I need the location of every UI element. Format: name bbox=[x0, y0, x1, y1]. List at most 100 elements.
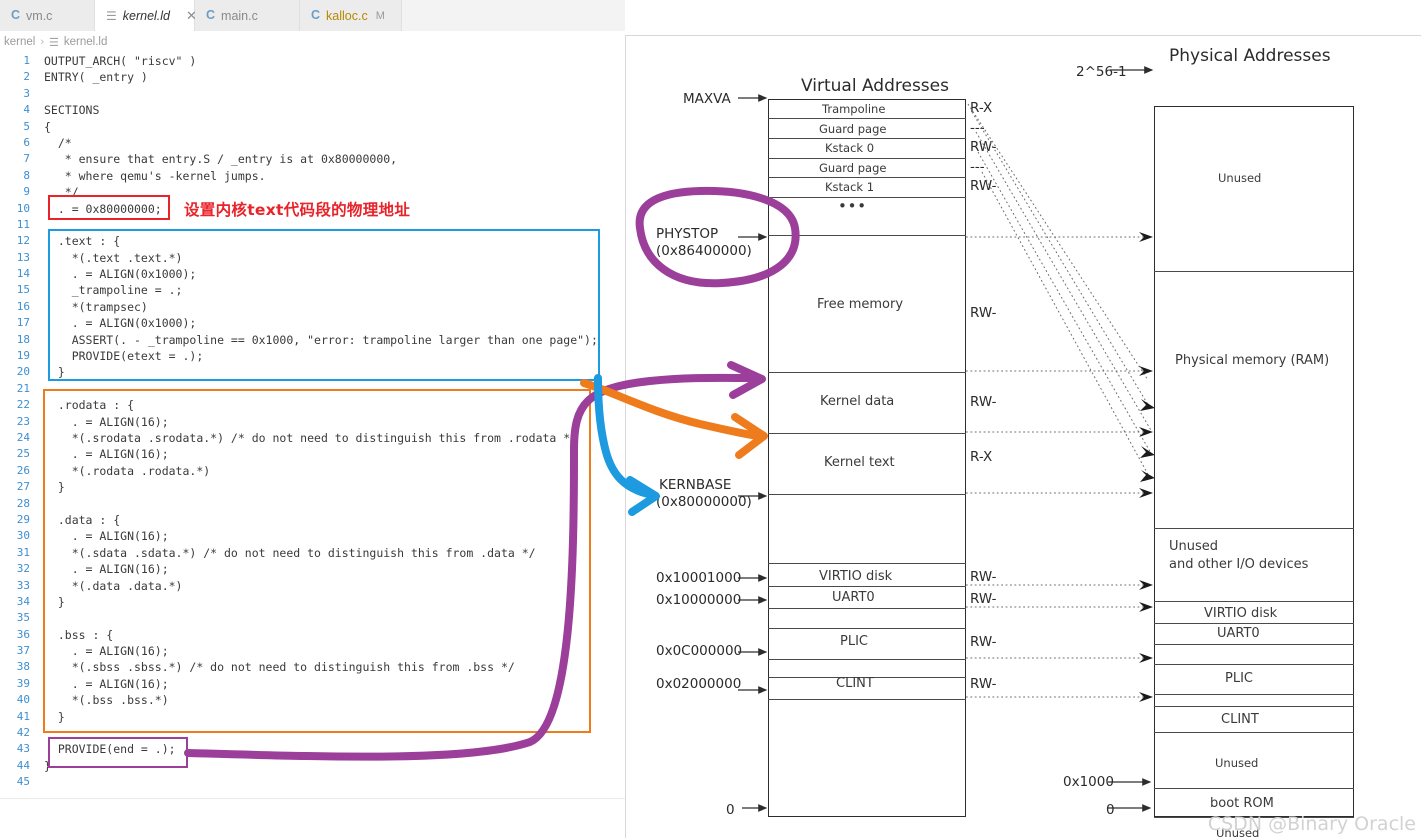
annotation-note-chinese: 设置内核text代码段的物理地址 bbox=[184, 201, 411, 219]
code-line: 3 bbox=[0, 86, 625, 102]
vline-guard1-bottom bbox=[768, 177, 966, 178]
code-line: 43 PROVIDE(end = .); bbox=[0, 741, 625, 757]
line-text: *(.sdata .sdata.*) /* do not need to dis… bbox=[44, 545, 536, 560]
line-number: 43 bbox=[16, 742, 30, 756]
line-text: . = ALIGN(16); bbox=[44, 414, 169, 429]
pline-bootrom-top bbox=[1154, 788, 1354, 789]
physical-address-column bbox=[1154, 106, 1354, 817]
line-text: .bss : { bbox=[44, 627, 114, 642]
pline-ram-bottom bbox=[1154, 528, 1354, 529]
vline-kerneltext-top bbox=[768, 433, 966, 434]
code-line: 16 *(trampsec) bbox=[0, 299, 625, 315]
vregion-label-virtio-disk: VIRTIO disk bbox=[819, 569, 893, 584]
line-number: 22 bbox=[16, 398, 30, 412]
line-number: 5 bbox=[23, 119, 30, 133]
code-line: 5{ bbox=[0, 119, 625, 135]
line-text: .data : { bbox=[44, 512, 121, 527]
perm-trampoline: R-X bbox=[970, 100, 993, 116]
code-viewport[interactable]: 1 OUTPUT_ARCH( "riscv" ) 2 ENTRY( _entry ) 3… bbox=[0, 53, 625, 798]
code-line: 28 bbox=[0, 496, 625, 512]
tab-main-c[interactable]: C main.c bbox=[195, 0, 300, 31]
vline-guard0-bottom bbox=[768, 138, 966, 139]
vline-kstack0-bottom bbox=[768, 158, 966, 159]
screenshot-root: C vm.c ☰ kernel.ld ✕ C main.c C kalloc.c… bbox=[0, 0, 1421, 840]
code-line: 18 ASSERT(. - _trampoline == 0x1000, "er… bbox=[0, 332, 625, 348]
line-number: 23 bbox=[16, 414, 30, 428]
line-text: } bbox=[44, 365, 65, 380]
line-text: *(.srodata .srodata.*) /* do not need to… bbox=[44, 430, 578, 445]
line-text: * ensure that entry.S / _entry is at 0x8… bbox=[44, 152, 398, 167]
line-text: * where qemu's -kernel jumps. bbox=[44, 168, 266, 183]
line-text: . = ALIGN(16); bbox=[44, 447, 169, 462]
vline-plic-top bbox=[768, 628, 966, 629]
vaddr-zero: 0 bbox=[726, 802, 735, 818]
code-line: 6 /* bbox=[0, 135, 625, 151]
perm-guard-page-0: --- bbox=[970, 120, 985, 136]
breadcrumb-file[interactable]: kernel.ld bbox=[64, 36, 107, 48]
line-text: *(.bss .bss.*) bbox=[44, 693, 169, 708]
vline-virtio-top bbox=[768, 563, 966, 564]
xv6-memory-layout-diagram: Virtual Addresses Physical Addresses Tra… bbox=[625, 35, 1421, 840]
tab-vm-c[interactable]: C vm.c bbox=[0, 0, 95, 31]
code-line: 21 bbox=[0, 381, 625, 397]
line-text: . = ALIGN(16); bbox=[44, 676, 169, 691]
line-number: 42 bbox=[16, 726, 30, 740]
ld-file-icon: ☰ bbox=[106, 8, 117, 23]
line-number: 6 bbox=[23, 135, 30, 149]
code-line: 13 *(.text .text.*) bbox=[0, 250, 625, 266]
line-text: */ bbox=[44, 185, 79, 200]
code-line: 40 *(.bss .bss.*) bbox=[0, 692, 625, 708]
line-text: { bbox=[44, 119, 51, 134]
vline-kstack1-bottom bbox=[768, 197, 966, 198]
line-text: PROVIDE(end = .); bbox=[44, 742, 176, 757]
tab-label: kernel.ld bbox=[122, 8, 171, 23]
vregion-label-trampoline: Trampoline bbox=[822, 102, 886, 116]
virtual-addresses-title: Virtual Addresses bbox=[801, 76, 949, 96]
pregion-label-virtio-disk: VIRTIO disk bbox=[1204, 606, 1278, 621]
line-number: 37 bbox=[16, 644, 30, 658]
physical-addresses-title: Physical Addresses bbox=[1169, 46, 1331, 66]
pregion-label-uart0: UART0 bbox=[1217, 626, 1260, 641]
perm-kstack-0: RW- bbox=[970, 139, 997, 155]
code-line: 2 ENTRY( _entry ) bbox=[0, 69, 625, 85]
vline-clint-bottom bbox=[768, 699, 966, 700]
line-number: 44 bbox=[16, 758, 30, 772]
code-line: 15 _trampoline = .; bbox=[0, 282, 625, 298]
line-text: } bbox=[44, 594, 65, 609]
breadcrumb-root[interactable]: kernel bbox=[4, 36, 35, 48]
tab-kernel-ld[interactable]: ☰ kernel.ld ✕ bbox=[95, 0, 197, 31]
pline-clint-bottom bbox=[1154, 732, 1354, 733]
pline-plic-bottom bbox=[1154, 694, 1354, 695]
watermark: CSDN @Binary Oracle bbox=[1207, 813, 1416, 835]
line-text: . = ALIGN(0x1000); bbox=[44, 316, 197, 331]
line-number: 18 bbox=[16, 332, 30, 346]
line-number: 28 bbox=[16, 496, 30, 510]
tab-label: vm.c bbox=[26, 8, 53, 23]
line-text: *(.data .data.*) bbox=[44, 578, 183, 593]
code-line: 45 bbox=[0, 774, 625, 790]
vline-plic-bottom bbox=[768, 659, 966, 660]
code-line: 29 .data : { bbox=[0, 512, 625, 528]
line-text: *(.sbss .sbss.*) /* do not need to disti… bbox=[44, 660, 515, 675]
modified-badge: M bbox=[375, 9, 385, 22]
tab-kalloc-c[interactable]: C kalloc.c M bbox=[300, 0, 402, 31]
vline-trampoline-bottom bbox=[768, 118, 966, 119]
line-number: 11 bbox=[16, 217, 30, 231]
vregion-label-ellipsis: • • • bbox=[838, 197, 866, 215]
line-text: ENTRY( _entry ) bbox=[44, 70, 148, 85]
pregion-label-boot-rom: boot ROM bbox=[1210, 796, 1274, 811]
line-number: 33 bbox=[16, 578, 30, 592]
vline-virtio-bottom bbox=[768, 586, 966, 587]
code-line: 12 .text : { bbox=[0, 233, 625, 249]
code-line: 33 *(.data .data.*) bbox=[0, 578, 625, 594]
c-file-icon: C bbox=[311, 8, 321, 23]
vaddr-phystop: PHYSTOP bbox=[656, 226, 719, 242]
line-number: 39 bbox=[16, 676, 30, 690]
code-line: 36 .bss : { bbox=[0, 627, 625, 643]
line-text: _trampoline = .; bbox=[44, 283, 183, 298]
code-line: 22 .rodata : { bbox=[0, 397, 625, 413]
vaddr-0x02000000: 0x02000000 bbox=[656, 676, 742, 692]
code-line: 42 bbox=[0, 725, 625, 741]
line-number: 16 bbox=[16, 299, 30, 313]
code-line: 31 *(.sdata .sdata.*) /* do not need to … bbox=[0, 545, 625, 561]
